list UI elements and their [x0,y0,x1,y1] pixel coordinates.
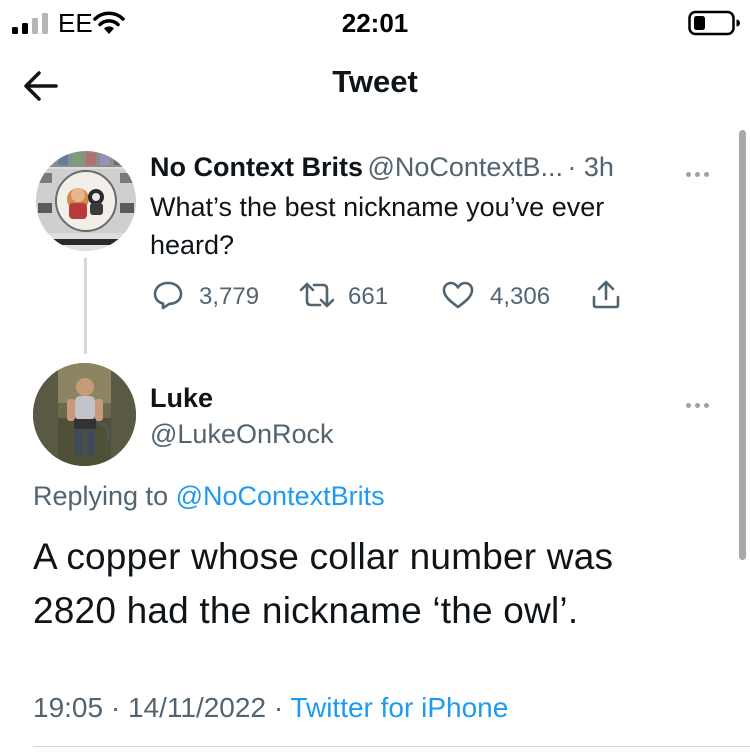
replying-to-label: Replying to [33,481,169,511]
parent-author-handle[interactable]: @NoContextB... [367,152,563,182]
separator-dot: · [273,692,284,723]
main-author-avatar[interactable] [33,363,136,466]
parent-tweet-text-line1: What’s the best nickname you’ve ever [150,192,605,222]
battery-icon [688,10,740,36]
page-title: Tweet [332,64,418,99]
main-author-handle[interactable]: @LukeOnRock [150,419,334,450]
retweet-icon[interactable] [296,281,338,309]
tweet-time: 19:05 [33,692,104,723]
reply-count: 3,779 [199,283,260,310]
share-icon[interactable] [591,278,621,310]
main-tweet-text-line2: 2820 had the nickname ‘the owl’. [33,590,579,631]
parent-more-icon[interactable] [686,164,713,182]
parent-tweet-header: No Context Brits @NoContextB... · 3h [150,152,614,183]
status-bar: EE 22:01 [0,0,750,44]
tweet-date: 14/11/2022 [127,692,267,723]
main-more-icon[interactable] [686,395,713,413]
main-author-name[interactable]: Luke [150,383,213,414]
tweet-source-link[interactable]: Twitter for iPhone [290,692,508,723]
reply-icon[interactable] [152,280,184,310]
parent-author-name[interactable]: No Context Brits [150,152,363,182]
scrollbar[interactable] [739,130,746,560]
replying-to-handle-link[interactable]: @NoContextBrits [176,481,385,511]
separator-dot: · [110,692,121,723]
like-count: 4,306 [490,283,551,310]
replying-to: Replying to @NoContextBrits [33,481,385,512]
status-time: 22:01 [341,8,409,38]
thread-connector-line [84,258,87,354]
parent-tweet-text-line2: heard? [150,230,235,260]
main-tweet-text-line1: A copper whose collar number was [33,536,614,577]
main-tweet-text: A copper whose collar number was 2820 ha… [33,530,613,638]
retweet-count: 661 [348,283,389,310]
divider [33,746,750,747]
parent-tweet-text: What’s the best nickname you’ve ever hea… [150,188,604,264]
tweet-timestamp: 19:05 · 14/11/2022 · Twitter for iPhone [33,692,508,724]
parent-author-avatar[interactable] [36,151,136,251]
parent-time-ago: · 3h [567,152,614,182]
like-icon[interactable] [441,280,475,310]
